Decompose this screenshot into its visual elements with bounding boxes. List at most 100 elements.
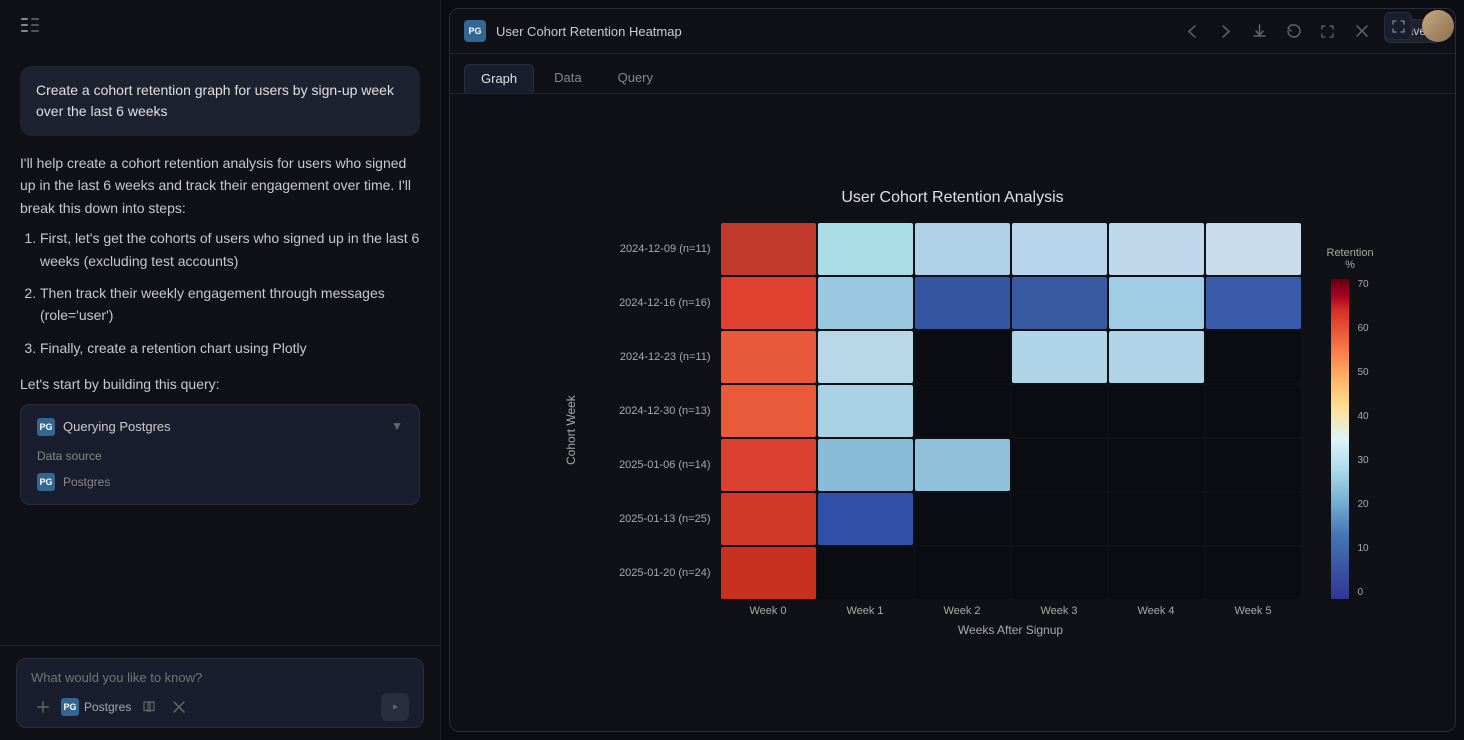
legend-bar (1331, 279, 1349, 599)
right-panel: PG User Cohort Retention Heatmap (440, 0, 1464, 740)
legend-labels: 706050403020100 (1357, 279, 1368, 599)
row-label: 2025-01-13 (n=25) (589, 513, 719, 525)
heatmap-cell (1012, 277, 1107, 329)
legend-tick: 40 (1357, 411, 1368, 422)
row-label: 2024-12-30 (n=13) (589, 405, 719, 417)
query-block-detail: Data source PG Postgres (37, 447, 403, 491)
table-row: 2024-12-23 (n=11) (589, 331, 1301, 383)
chart-titlebar: PG User Cohort Retention Heatmap (450, 9, 1455, 54)
row-label: 2025-01-20 (n=24) (589, 567, 719, 579)
x-axis-label: Week 3 (1012, 605, 1107, 617)
table-row: 2025-01-13 (n=25) (589, 493, 1301, 545)
heatmap-cells (721, 493, 1301, 545)
heatmap-cell (1206, 439, 1301, 491)
send-button[interactable] (381, 693, 409, 721)
expand-button[interactable] (1384, 12, 1412, 40)
step-1: First, let's get the cohorts of users wh… (40, 227, 420, 272)
heatmap-cell (915, 547, 1010, 599)
book-icon[interactable] (137, 695, 161, 719)
heatmap-cell (1012, 493, 1107, 545)
sidebar-toggle-button[interactable] (16, 11, 44, 39)
chart-window: PG User Cohort Retention Heatmap (449, 8, 1456, 732)
step-2: Then track their weekly engagement throu… (40, 282, 420, 327)
legend-container: Retention % 706050403020100 (1327, 223, 1374, 637)
heatmap-cell (818, 385, 913, 437)
heatmap-cell (1012, 547, 1107, 599)
legend-tick: 0 (1357, 587, 1368, 598)
table-row: 2025-01-20 (n=24) (589, 547, 1301, 599)
row-label: 2025-01-06 (n=14) (589, 459, 719, 471)
query-block-header[interactable]: PG Querying Postgres ▼ (37, 417, 403, 438)
heatmap-cell (1206, 223, 1301, 275)
heatmap-cell (818, 223, 913, 275)
heatmap-cells (721, 439, 1301, 491)
legend-inner: 706050403020100 (1331, 279, 1368, 599)
heatmap-cell (721, 547, 816, 599)
chat-input-area: PG Postgres (0, 645, 440, 740)
y-axis-label: Cohort Week (563, 223, 579, 637)
chart-title-icon: PG (464, 20, 486, 42)
close-button[interactable] (1350, 19, 1374, 43)
heatmap-cell (721, 277, 816, 329)
heatmap-cell (1109, 277, 1204, 329)
data-source-name: Postgres (63, 473, 110, 492)
add-attachment-button[interactable] (31, 695, 55, 719)
clear-input-button[interactable] (167, 695, 191, 719)
heatmap-cell (1109, 493, 1204, 545)
heatmap-cell (818, 439, 913, 491)
row-label: 2024-12-09 (n=11) (589, 243, 719, 255)
query-block[interactable]: PG Querying Postgres ▼ Data source PG Po… (20, 404, 420, 505)
query-block-header-left: PG Querying Postgres (37, 417, 171, 438)
tab-data[interactable]: Data (538, 64, 597, 93)
heatmap-cell (1206, 547, 1301, 599)
heatmap-main: 2024-12-09 (n=11) 2024-12-16 (n=16) 2024-1… (589, 223, 1301, 637)
assistant-message: I'll help create a cohort retention anal… (20, 152, 420, 505)
heatmap-cell (915, 277, 1010, 329)
legend-tick: 70 (1357, 279, 1368, 290)
heatmap-cell (915, 223, 1010, 275)
heatmap-inner: Cohort Week 2024-12-09 (n=11) 2024-12-16 … (563, 223, 1343, 637)
datasource-badge[interactable]: PG Postgres (61, 698, 131, 716)
chat-input[interactable] (31, 670, 409, 685)
tab-graph[interactable]: Graph (464, 64, 534, 93)
heatmap-cell (721, 493, 816, 545)
heatmap-cell (915, 493, 1010, 545)
heatmap-cell (1109, 223, 1204, 275)
refresh-button[interactable] (1282, 19, 1306, 43)
table-row: 2024-12-30 (n=13) (589, 385, 1301, 437)
x-axis-title: Weeks After Signup (721, 623, 1301, 637)
x-axis-label: Week 1 (818, 605, 913, 617)
nav-prev-button[interactable] (1180, 19, 1204, 43)
heatmap-cell (818, 547, 913, 599)
row-label: 2024-12-16 (n=16) (589, 297, 719, 309)
legend-tick: 50 (1357, 367, 1368, 378)
legend-tick: 10 (1357, 543, 1368, 554)
heatmap-cell (1109, 439, 1204, 491)
query-block-title: Querying Postgres (63, 417, 171, 438)
tab-query[interactable]: Query (602, 64, 669, 93)
heatmap-cell (1109, 331, 1204, 383)
heatmap-cell (1012, 331, 1107, 383)
heatmap-cell (1206, 493, 1301, 545)
heatmap-cell (915, 439, 1010, 491)
table-row: 2024-12-16 (n=16) (589, 277, 1301, 329)
top-right-actions (1384, 10, 1454, 42)
heatmap-cell (1206, 331, 1301, 383)
heatmap-cell (1206, 385, 1301, 437)
data-source-label: Data source (37, 449, 102, 463)
table-row: 2024-12-09 (n=11) (589, 223, 1301, 275)
heatmap-cells (721, 385, 1301, 437)
download-button[interactable] (1248, 19, 1272, 43)
heatmap-cells (721, 277, 1301, 329)
x-axis-label: Week 2 (915, 605, 1010, 617)
heatmap-cells (721, 331, 1301, 383)
heatmap-chart: User Cohort Retention Analysis Cohort We… (563, 189, 1343, 637)
input-datasource-label: Postgres (84, 700, 131, 714)
maximize-button[interactable] (1316, 19, 1340, 43)
chart-title-text: User Cohort Retention Heatmap (496, 24, 1170, 39)
nav-next-button[interactable] (1214, 19, 1238, 43)
user-avatar[interactable] (1422, 10, 1454, 42)
postgres-db-icon: PG (37, 473, 55, 491)
heatmap-cells (721, 547, 1301, 599)
chat-input-footer: PG Postgres (31, 693, 409, 721)
